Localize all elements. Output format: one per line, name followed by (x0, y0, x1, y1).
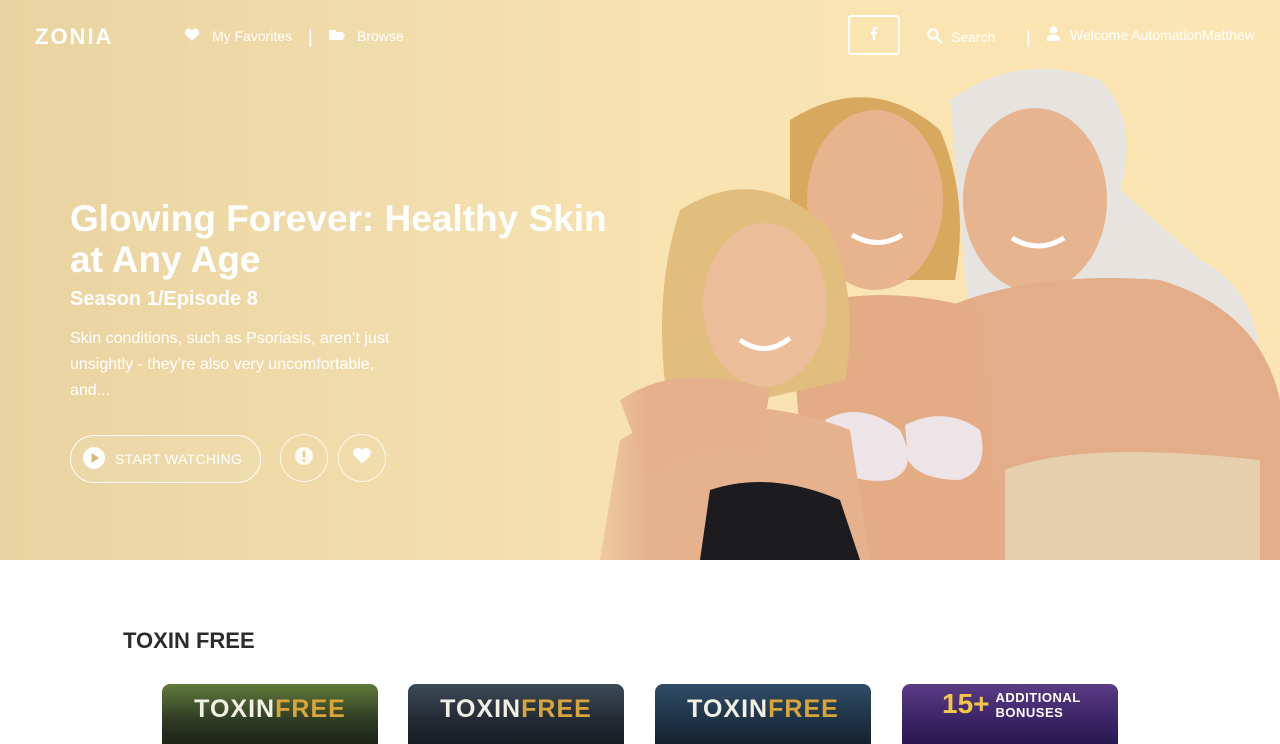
info-icon (294, 446, 314, 471)
nav-separator: | (1026, 27, 1031, 47)
video-card[interactable]: TOXINFREE (655, 684, 871, 744)
hero-episode: Season 1/Episode 8 (70, 288, 258, 310)
user-icon (1047, 26, 1060, 44)
bonus-card-title: 15+ ADDITIONAL BONUSES (942, 688, 1081, 721)
heart-icon (184, 28, 200, 45)
nav-my-favorites-label: My Favorites (212, 28, 293, 44)
heart-icon (352, 447, 372, 470)
facebook-icon (870, 26, 878, 45)
folder-icon (329, 28, 345, 44)
add-favorite-button[interactable] (338, 434, 386, 482)
search-button[interactable]: Search (927, 28, 995, 46)
nav-browse[interactable]: Browse (329, 26, 404, 46)
hero-image (560, 40, 1280, 560)
hero-description: Skin conditions, such as Psoriasis, aren… (70, 330, 390, 399)
hero-banner: ZONIA My Favorites | Browse Search | Wel… (0, 0, 1280, 560)
play-icon (82, 446, 106, 473)
section-title: TOXIN FREE (123, 628, 255, 653)
user-account-menu[interactable]: Welcome AutomationMatthew (1047, 26, 1255, 44)
info-button[interactable] (280, 434, 328, 482)
hero-title: Glowing Forever: Healthy Skin at Any Age (70, 198, 607, 280)
start-watching-button[interactable]: START WATCHING (70, 435, 261, 483)
video-card[interactable]: TOXINFREE (162, 684, 378, 744)
video-card[interactable]: TOXINFREE (408, 684, 624, 744)
facebook-button[interactable] (848, 15, 900, 55)
nav-browse-label: Browse (357, 28, 404, 44)
nav-separator: | (308, 27, 313, 47)
start-watching-label: START WATCHING (115, 451, 243, 467)
zonia-logo[interactable]: ZONIA (35, 24, 137, 48)
nav-my-favorites[interactable]: My Favorites (184, 26, 292, 46)
svg-text:ZONIA: ZONIA (35, 24, 113, 48)
welcome-text: Welcome AutomationMatthew (1070, 27, 1255, 43)
search-icon (927, 28, 943, 46)
bonus-card[interactable]: 15+ ADDITIONAL BONUSES (902, 684, 1118, 744)
search-label: Search (951, 29, 996, 45)
